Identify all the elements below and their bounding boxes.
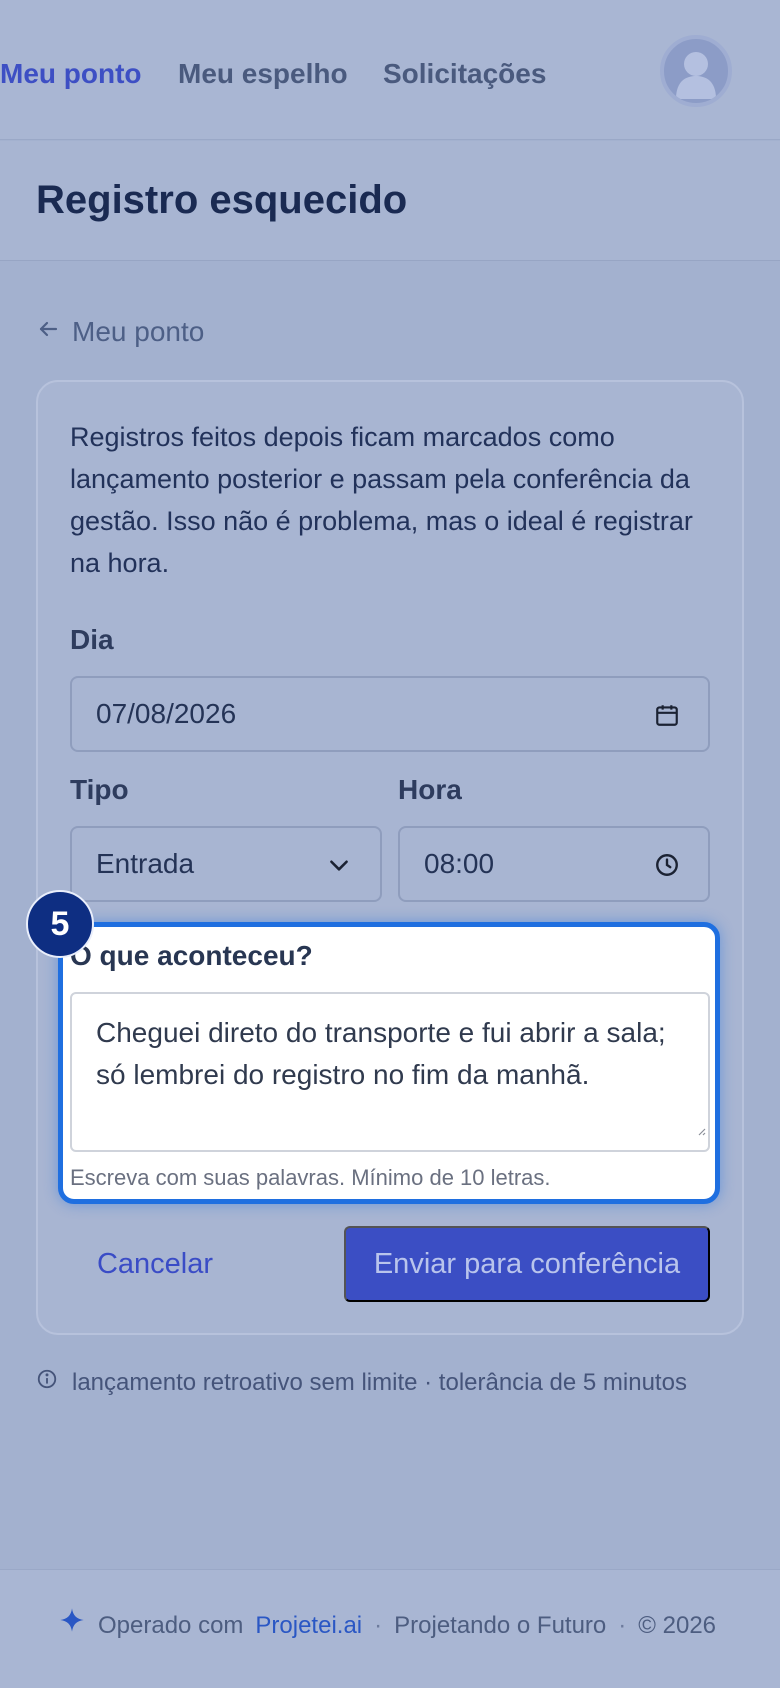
hour-value: 08:00 — [424, 848, 495, 879]
arrow-left-icon — [36, 310, 60, 354]
clock-icon[interactable] — [654, 852, 680, 885]
footer-separator: · — [374, 1611, 383, 1639]
page-title: Registro esquecido — [36, 178, 408, 222]
step-badge: 5 — [26, 890, 94, 958]
hour-time-input[interactable]: 08:00 — [398, 826, 710, 902]
resize-grip-icon[interactable] — [696, 1106, 706, 1148]
nav-item-meu-espelho[interactable]: Meu espelho — [178, 52, 348, 96]
cancel-button[interactable]: Cancelar — [70, 1226, 240, 1302]
footer-separator: · — [618, 1611, 627, 1639]
footer-row: Operado com Projetei.ai · Projetando o F… — [58, 1606, 716, 1645]
reason-label: O que aconteceu? — [70, 940, 313, 971]
day-label: Dia — [70, 624, 114, 655]
reason-hint: Escreva com suas palavras. Mínimo de 10 … — [70, 1165, 551, 1190]
back-link[interactable]: Meu ponto — [36, 310, 204, 354]
info-icon — [36, 1366, 58, 1400]
type-value: Entrada — [96, 848, 195, 879]
nav-item-solicitacoes[interactable]: Solicitações — [383, 52, 546, 96]
info-line: lançamento retroativo sem limite · toler… — [36, 1366, 687, 1400]
user-avatar-icon[interactable] — [660, 35, 732, 107]
hour-label: Hora — [398, 774, 462, 805]
chevron-down-icon — [326, 852, 352, 885]
submit-button[interactable]: Enviar para conferência — [344, 1226, 710, 1302]
intro-text: Registros feitos depois ficam marcados c… — [70, 422, 693, 578]
reason-textarea[interactable]: Cheguei direto do transporte e fui abrir… — [70, 992, 710, 1152]
sparkle-icon — [58, 1606, 86, 1645]
reason-value: Cheguei direto do transporte e fui abrir… — [96, 1017, 666, 1090]
calendar-icon[interactable] — [654, 702, 680, 735]
type-select[interactable]: Entrada — [70, 826, 382, 902]
footer-brand-link[interactable]: Projetei.ai — [255, 1608, 362, 1644]
type-label: Tipo — [70, 774, 129, 805]
back-link-label: Meu ponto — [72, 316, 205, 347]
nav-item-meu-ponto[interactable]: Meu ponto — [0, 52, 142, 96]
footer-tagline: Projetando o Futuro — [394, 1611, 607, 1639]
info-text: lançamento retroativo sem limite · toler… — [72, 1369, 687, 1396]
footer-copyright: © 2026 — [638, 1611, 717, 1639]
day-value: 07/08/2026 — [96, 698, 237, 729]
day-date-input[interactable]: 07/08/2026 — [70, 676, 710, 752]
footer-operated: Operado com — [98, 1611, 244, 1639]
